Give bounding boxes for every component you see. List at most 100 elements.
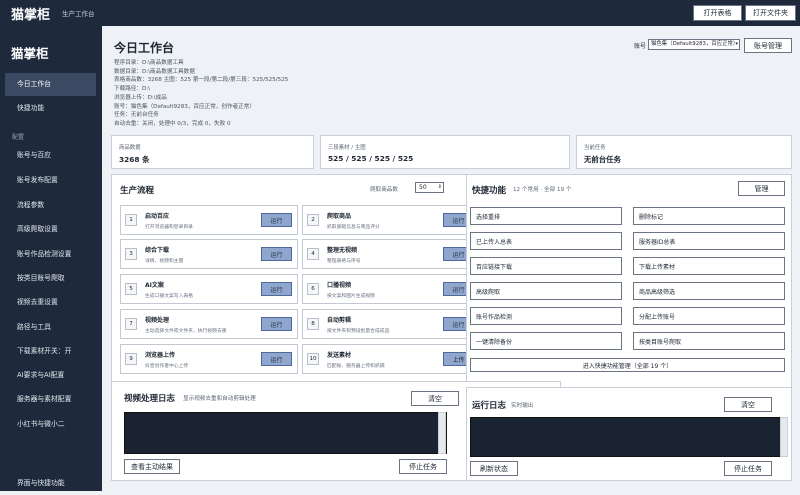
quick-meta: 12 个常用 · 全部 19 个 xyxy=(513,187,572,193)
refresh-status-button[interactable]: 刷新状态 xyxy=(470,461,518,476)
info-block: 程序目录：D:\商品数据工具 数据目录：D:\商品数据工具数据 表格商品数：32… xyxy=(114,59,434,129)
step-number: 2 xyxy=(307,214,319,226)
step-number: 9 xyxy=(125,353,137,365)
quick-button[interactable]: 已上传入总表 xyxy=(470,232,622,250)
sidebar-item-dedup[interactable]: 视频去重设置 xyxy=(5,291,96,314)
quick-button[interactable]: 按类目账号爬取 xyxy=(633,332,785,350)
quick-manage-button[interactable]: 管理 xyxy=(738,181,785,196)
sidebar-item-ui[interactable]: 界面与快捷功能 xyxy=(5,472,96,495)
flow-step: 4 整理无视频 整理表格与序号 运行 xyxy=(302,239,480,269)
step-run-button[interactable]: 运行 xyxy=(261,352,292,366)
flow-step: 3 综合下载详情、视频和主图 运行 xyxy=(120,239,298,269)
flow-title: 生产流程 xyxy=(120,186,155,196)
flow-step: 6 口播视频 按文案和图片生成视频 运行 xyxy=(302,274,480,304)
sidebar-item-paths[interactable]: 路径与工具 xyxy=(5,316,96,339)
quick-title: 快捷功能 xyxy=(472,186,507,196)
sidebar-item-work-check[interactable]: 账号作品检测设置 xyxy=(5,243,96,266)
spinner-icon[interactable]: ⇕ xyxy=(438,183,442,192)
stat-label: 当前任务 xyxy=(584,145,606,151)
run-log-scrollbar[interactable] xyxy=(780,417,788,457)
sidebar-item-advanced-crawl[interactable]: 高级爬取设置 xyxy=(5,218,96,241)
sidebar-item-download-switch[interactable]: 下载素材开关：开 xyxy=(5,340,96,363)
step-run-button[interactable]: 运行 xyxy=(261,247,292,261)
video-log-output xyxy=(124,412,447,454)
step-title: 视频处理 xyxy=(145,317,170,324)
video-stop-button[interactable]: 停止任务 xyxy=(399,459,447,474)
quick-button[interactable]: 删除标记 xyxy=(633,207,785,225)
info-line: 数据目录：D:\商品数据工具数据 xyxy=(114,68,195,75)
step-title: 综合下载 xyxy=(145,247,170,254)
quick-more-button[interactable]: 进入快捷功能管理（全部 19 个） xyxy=(470,358,785,372)
quick-button[interactable]: 服务器ID总表 xyxy=(633,232,785,250)
step-desc: 按文件夹和预设批量合成成品 xyxy=(327,329,390,334)
quick-button[interactable]: 一键清除备份 xyxy=(470,332,622,350)
stat-card-products: 商品数据 3268 条 xyxy=(111,135,314,169)
step-run-button[interactable]: 运行 xyxy=(261,282,292,296)
crawl-count-value: 50 xyxy=(419,184,427,191)
app-subtitle: 生产工作台 xyxy=(62,10,95,18)
video-log-subtitle: 显示视频去重和自动剪辑处理 xyxy=(183,396,256,402)
flow-step: 10 发送素材 匹配账、服务器上传和抓捕 上传 xyxy=(302,344,480,374)
video-log-clear-button[interactable]: 清空 xyxy=(411,391,459,406)
main-area: 今日工作台 程序目录：D:\商品数据工具 数据目录：D:\商品数据工具数据 表格… xyxy=(102,26,800,491)
step-title: AI文案 xyxy=(145,282,164,289)
quick-button[interactable]: 分配上传账号 xyxy=(633,307,785,325)
video-log-title: 视频处理日志 xyxy=(124,394,176,404)
sidebar-item-quick[interactable]: 快捷功能 xyxy=(5,97,96,120)
sidebar-item-ai[interactable]: AI要求与AI配置 xyxy=(5,364,96,387)
quick-panel: 快捷功能 12 个常用 · 全部 19 个 管理 选择重排 删除标记 已上传入总… xyxy=(466,174,792,400)
quick-button[interactable]: 高级爬取 xyxy=(470,282,622,300)
open-folder-button[interactable]: 打开文件夹 xyxy=(745,5,796,21)
flow-step: 1 启动百应 打开浏览器和登录目录 运行 xyxy=(120,205,298,235)
run-log-clear-button[interactable]: 清空 xyxy=(724,397,772,412)
step-desc: 匹配账、服务器上传和抓捕 xyxy=(327,364,385,369)
run-stop-button[interactable]: 停止任务 xyxy=(724,461,772,476)
info-line: 任务：无前台任务 xyxy=(114,112,159,119)
video-log-scrollbar[interactable] xyxy=(438,412,446,454)
step-title: 爬取商品 xyxy=(327,213,352,220)
run-log-title: 运行日志 xyxy=(472,401,507,411)
sidebar: 猫掌柜 今日工作台 快捷功能 配置 账号与百应 账号发布配置 流程参数 高级爬取… xyxy=(0,26,102,491)
sidebar-item-publish[interactable]: 账号发布配置 xyxy=(5,169,96,192)
step-desc: 打开浏览器和登录目录 xyxy=(145,225,193,230)
crawl-count-stepper[interactable]: 50 ⇕ xyxy=(415,182,444,193)
step-run-button[interactable]: 运行 xyxy=(261,213,292,227)
quick-button[interactable]: 账号作品检测 xyxy=(470,307,622,325)
stat-card-materials: 三段素材 / 主图 525 / 525 / 525 / 525 xyxy=(320,135,570,169)
run-log-output xyxy=(470,417,788,457)
step-number: 1 xyxy=(125,214,137,226)
info-line: 程序目录：D:\商品数据工具 xyxy=(114,60,184,66)
sidebar-item-account[interactable]: 账号与百应 xyxy=(5,144,96,167)
open-table-button[interactable]: 打开表格 xyxy=(693,5,742,21)
step-desc: 抓取基础信息与商品评分 xyxy=(327,225,380,230)
sidebar-item-xhs[interactable]: 小红书与微小二 xyxy=(5,413,96,436)
step-desc: 主动选择文件或文件夹，执行视频去重 xyxy=(145,329,227,334)
crawl-count-label: 爬取商品数 xyxy=(370,187,398,193)
sidebar-item-today[interactable]: 今日工作台 xyxy=(5,73,96,96)
step-number: 3 xyxy=(125,248,137,260)
page-title: 今日工作台 xyxy=(114,41,175,55)
view-result-button[interactable]: 查看主动结果 xyxy=(124,459,180,474)
flow-step: 5 AI文案 生成口播文案写入表格 运行 xyxy=(120,274,298,304)
flow-step: 7 视频处理 主动选择文件或文件夹，执行视频去重 运行 xyxy=(120,309,298,339)
info-line: 下载路径：D:\ xyxy=(114,86,151,93)
quick-button[interactable]: 选择重排 xyxy=(470,207,622,225)
step-number: 10 xyxy=(307,353,319,365)
quick-button[interactable]: 下载上传素材 xyxy=(633,257,785,275)
quick-button[interactable]: 商品高级筛选 xyxy=(633,282,785,300)
sidebar-group-label: 配置 xyxy=(12,134,25,141)
sidebar-brand: 猫掌柜 xyxy=(11,46,49,61)
step-title: 口播视频 xyxy=(327,282,352,289)
sidebar-item-category-crawl[interactable]: 按类目账号爬取 xyxy=(5,267,96,290)
step-desc: 详情、视频和主图 xyxy=(145,259,184,264)
sidebar-item-server[interactable]: 服务器与素材配置 xyxy=(5,388,96,411)
stat-value: 3268 条 xyxy=(119,155,150,164)
stat-card-task: 当前任务 无前台任务 xyxy=(576,135,792,169)
account-label: 账号 xyxy=(634,43,647,50)
sidebar-item-flow-params[interactable]: 流程参数 xyxy=(5,194,96,217)
account-manage-button[interactable]: 账号管理 xyxy=(744,38,792,53)
quick-button[interactable]: 百应链接下载 xyxy=(470,257,622,275)
account-select[interactable]: 猫色集（Default9283，百应正常） ▾ xyxy=(648,39,740,50)
step-run-button[interactable]: 运行 xyxy=(261,317,292,331)
step-number: 5 xyxy=(125,283,137,295)
